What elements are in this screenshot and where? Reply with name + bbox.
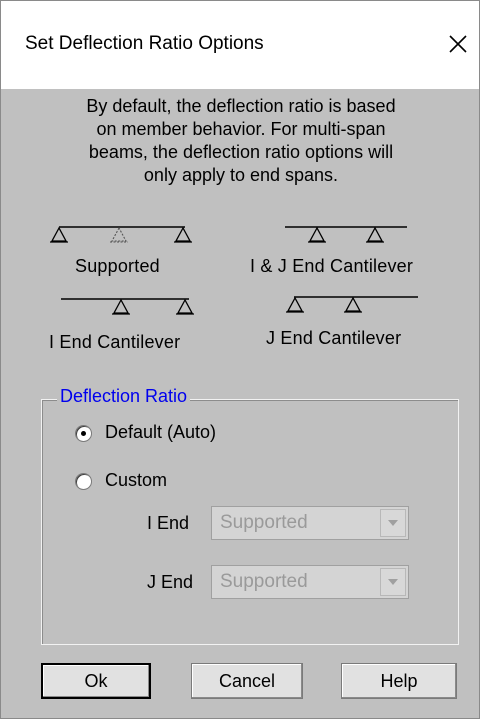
i-end-dropdown-button[interactable]	[380, 509, 406, 537]
close-icon	[449, 35, 467, 53]
title-bar: Set Deflection Ratio Options	[1, 1, 479, 89]
description-line: only apply to end spans.	[143, 165, 339, 185]
description-text: By default, the deflection ratio is base…	[41, 95, 441, 187]
j-end-select-value: Supported	[220, 571, 308, 592]
i-end-label: I End	[147, 513, 190, 533]
supported-label: Supported	[75, 256, 160, 276]
i-end-select[interactable]: Supported	[211, 506, 409, 540]
default-auto-radio[interactable]	[75, 425, 92, 442]
i-end-select-value: Supported	[220, 512, 308, 533]
ok-button[interactable]: Ok	[41, 663, 151, 699]
j-end-cantilever-diagram	[286, 296, 418, 313]
chevron-down-icon	[388, 520, 398, 526]
radio-selected-dot	[81, 431, 86, 436]
ij-end-cantilever-label: I & J End Cantilever	[250, 256, 414, 276]
j-end-cantilever-label: J End Cantilever	[266, 328, 402, 348]
custom-radio[interactable]	[75, 473, 92, 490]
default-auto-label[interactable]: Default (Auto)	[105, 422, 216, 443]
deflection-ratio-group-title: Deflection Ratio	[57, 386, 191, 407]
ij-end-cantilever-diagram	[285, 226, 407, 243]
i-end-cantilever-diagram	[61, 298, 194, 315]
j-end-label: J End	[147, 572, 194, 592]
close-button[interactable]	[441, 27, 475, 61]
j-end-select[interactable]: Supported	[211, 565, 409, 599]
description-line: beams, the deflection ratio options will	[88, 142, 394, 162]
dialog-title: Set Deflection Ratio Options	[25, 33, 264, 54]
cancel-button[interactable]: Cancel	[191, 663, 303, 699]
description-line: By default, the deflection ratio is base…	[86, 96, 396, 116]
chevron-down-icon	[388, 579, 398, 585]
custom-label[interactable]: Custom	[105, 470, 167, 491]
supported-diagram	[50, 226, 192, 243]
description-line: on member behavior. For multi-span	[96, 119, 386, 139]
j-end-dropdown-button[interactable]	[380, 568, 406, 596]
deflection-ratio-dialog: Set Deflection Ratio Options By default,…	[0, 0, 480, 719]
i-end-cantilever-label: I End Cantilever	[49, 332, 181, 352]
help-button[interactable]: Help	[341, 663, 457, 699]
